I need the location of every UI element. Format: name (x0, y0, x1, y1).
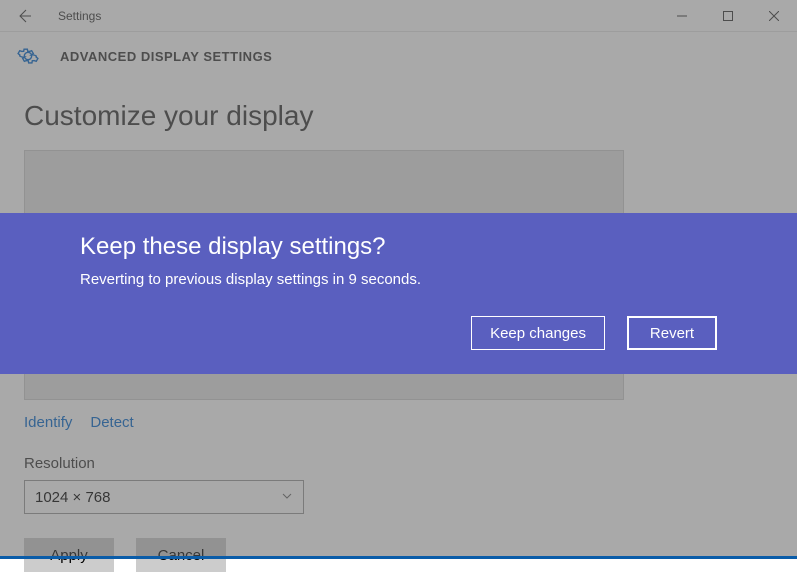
dialog-body: Reverting to previous display settings i… (80, 271, 717, 288)
revert-button[interactable]: Revert (627, 316, 717, 350)
dialog-title: Keep these display settings? (80, 233, 717, 261)
confirm-dialog: Keep these display settings? Reverting t… (0, 213, 797, 374)
keep-changes-button[interactable]: Keep changes (471, 316, 605, 350)
